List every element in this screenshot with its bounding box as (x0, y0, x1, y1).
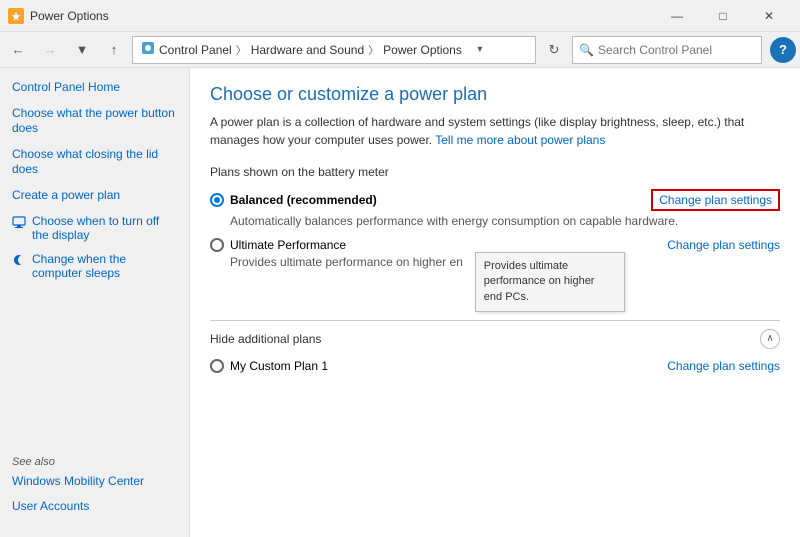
plan-balanced-label[interactable]: Balanced (recommended) (210, 193, 377, 207)
sidebar-item-control-panel-home[interactable]: Control Panel Home (12, 80, 177, 96)
breadcrumb-dropdown-button[interactable]: ▾ (468, 37, 492, 63)
sidebar-item-lid[interactable]: Choose what closing the lid does (12, 147, 177, 178)
plan-custom-label[interactable]: My Custom Plan 1 (210, 359, 328, 373)
breadcrumb: Control Panel 〉 Hardware and Sound 〉 Pow… (132, 36, 536, 64)
plan-ultimate-change-link[interactable]: Change plan settings (667, 238, 780, 252)
window-controls: — □ ✕ (654, 0, 792, 32)
hide-additional-label: Hide additional plans (210, 332, 321, 346)
plan-balanced-change-link[interactable]: Change plan settings (651, 189, 780, 211)
refresh-button[interactable]: ↻ (540, 36, 568, 64)
sidebar-item-mobility-center[interactable]: Windows Mobility Center (12, 474, 177, 490)
sidebar-item-create-plan[interactable]: Create a power plan (12, 188, 177, 204)
breadcrumb-power-options: Power Options (383, 43, 462, 57)
plan-balanced-name: Balanced (recommended) (230, 193, 377, 207)
sleep-icon (12, 253, 28, 269)
plan-custom-name: My Custom Plan 1 (230, 359, 328, 373)
monitor-icon (12, 215, 28, 231)
recent-locations-button[interactable]: ▼ (68, 36, 96, 64)
sidebar-top: Control Panel Home Choose what the power… (0, 80, 189, 290)
plan-ultimate: Ultimate Performance Change plan setting… (210, 238, 780, 312)
search-box: 🔍 (572, 36, 762, 64)
up-button[interactable]: ↑ (100, 36, 128, 64)
address-bar: ← → ▼ ↑ Control Panel 〉 Hardware and Sou… (0, 32, 800, 68)
sidebar-item-user-accounts[interactable]: User Accounts (12, 499, 177, 515)
page-heading: Choose or customize a power plan (210, 84, 780, 105)
see-also-label: See also (12, 456, 177, 468)
sidebar-bottom: See also Windows Mobility Center User Ac… (0, 456, 189, 525)
plan-ultimate-name: Ultimate Performance (230, 238, 346, 252)
forward-button[interactable]: → (36, 36, 64, 64)
main-layout: Control Panel Home Choose what the power… (0, 68, 800, 537)
breadcrumb-icon (141, 41, 155, 58)
sidebar-item-sleep[interactable]: Change when the computer sleeps (12, 252, 177, 280)
maximize-button[interactable]: □ (700, 0, 746, 32)
sidebar-item-label: Choose when to turn off the display (32, 214, 177, 242)
plan-ultimate-header: Ultimate Performance Change plan setting… (210, 238, 780, 252)
plan-balanced-description: Automatically balances performance with … (230, 213, 780, 230)
content-area: Choose or customize a power plan A power… (190, 68, 800, 537)
app-icon (8, 8, 24, 24)
learn-more-link[interactable]: Tell me more about power plans (435, 133, 605, 147)
hide-additional-row: Hide additional plans ∧ (210, 329, 780, 349)
search-input[interactable] (598, 43, 755, 57)
sidebar-item-label: Change when the computer sleeps (32, 252, 177, 280)
sidebar-item-turn-off-display[interactable]: Choose when to turn off the display (12, 214, 177, 242)
plans-section-label: Plans shown on the battery meter (210, 165, 780, 179)
plan-custom-change-link[interactable]: Change plan settings (667, 359, 780, 373)
plan-ultimate-label[interactable]: Ultimate Performance (210, 238, 346, 252)
sidebar: Control Panel Home Choose what the power… (0, 68, 190, 537)
close-button[interactable]: ✕ (746, 0, 792, 32)
breadcrumb-control-panel[interactable]: Control Panel (159, 43, 232, 57)
plan-balanced-radio[interactable] (210, 193, 224, 207)
breadcrumb-hardware-sound[interactable]: Hardware and Sound (251, 43, 364, 57)
tooltip-ultimate: Provides ultimate performance on higher … (475, 252, 625, 312)
sidebar-item-power-button[interactable]: Choose what the power button does (12, 106, 177, 137)
plan-custom-header: My Custom Plan 1 Change plan settings (210, 359, 780, 373)
minimize-button[interactable]: — (654, 0, 700, 32)
plan-ultimate-description: Provides ultimate performance on higher … (230, 254, 463, 271)
hide-additional-chevron[interactable]: ∧ (760, 329, 780, 349)
plan-balanced: Balanced (recommended) Change plan setti… (210, 189, 780, 230)
plan-custom: My Custom Plan 1 Change plan settings (210, 359, 780, 373)
title-bar: Power Options — □ ✕ (0, 0, 800, 32)
plans-divider (210, 320, 780, 321)
page-description: A power plan is a collection of hardware… (210, 113, 770, 149)
help-button[interactable]: ? (770, 37, 796, 63)
window-title: Power Options (30, 9, 109, 23)
back-button[interactable]: ← (4, 36, 32, 64)
search-icon: 🔍 (579, 43, 594, 57)
plan-custom-radio[interactable] (210, 359, 224, 373)
plan-ultimate-radio[interactable] (210, 238, 224, 252)
plan-balanced-header: Balanced (recommended) Change plan setti… (210, 189, 780, 211)
